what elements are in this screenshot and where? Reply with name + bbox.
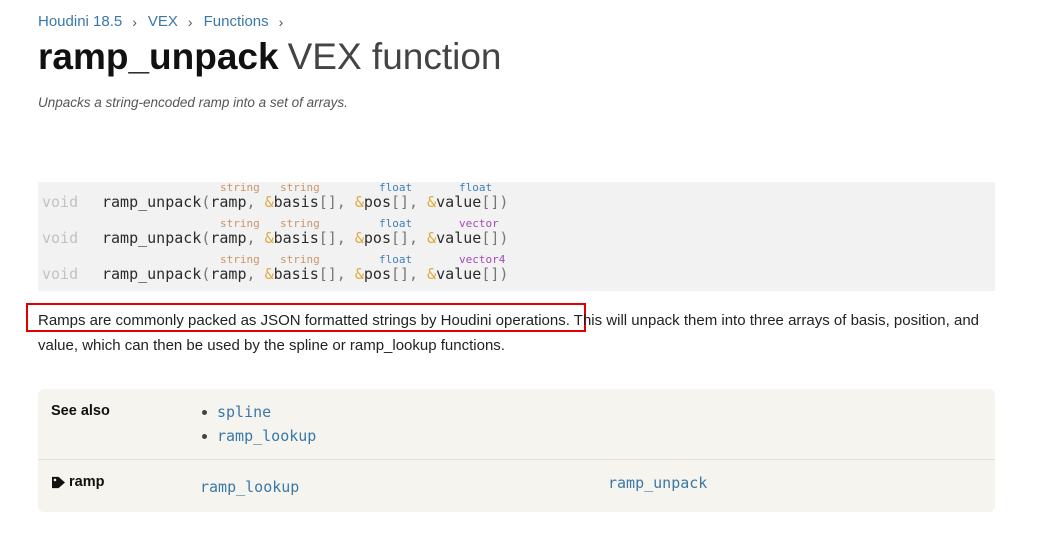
breadcrumb: Houdini 18.5 › VEX › Functions › bbox=[38, 13, 294, 30]
list-item: spline bbox=[200, 400, 316, 424]
param-name: basis bbox=[273, 229, 319, 247]
usage-signature: ramp_unpack(ramp, &basis[], &pos[], &val… bbox=[102, 265, 509, 283]
chevron-right-icon: › bbox=[187, 13, 193, 30]
param-name: value bbox=[436, 229, 482, 247]
function-call: ramp_unpack bbox=[102, 193, 202, 211]
usage-signature: ramp_unpack(ramp, &basis[], &pos[], &val… bbox=[102, 229, 509, 247]
bullet-icon bbox=[202, 409, 207, 415]
param-name: basis bbox=[273, 265, 319, 283]
usage-block: string string float float void ramp_unpa… bbox=[38, 181, 995, 291]
breadcrumb-functions[interactable]: Functions bbox=[204, 13, 269, 30]
divider bbox=[38, 459, 995, 460]
param-name: value bbox=[436, 193, 482, 211]
return-type: void bbox=[42, 193, 79, 211]
page-title: ramp_unpack VEX function bbox=[38, 34, 502, 80]
related-panel: See also spline ramp_lookup ramp ramp_lo… bbox=[38, 389, 995, 512]
param-name: ramp bbox=[210, 193, 247, 211]
param-name: basis bbox=[273, 193, 319, 211]
param-name: ramp bbox=[210, 229, 247, 247]
usage-signature: ramp_unpack(ramp, &basis[], &pos[], &val… bbox=[102, 193, 509, 211]
usage-row: string string float vector4 void ramp_un… bbox=[38, 253, 995, 290]
param-name: pos bbox=[363, 229, 391, 247]
page-summary: Unpacks a string-encoded ramp into a set… bbox=[38, 95, 348, 110]
param-name: pos bbox=[363, 265, 391, 283]
return-type: void bbox=[42, 229, 79, 247]
tag-label-text: ramp bbox=[69, 474, 105, 490]
tag-link-ramp-unpack[interactable]: ramp_unpack bbox=[608, 474, 707, 492]
param-name: pos bbox=[363, 193, 391, 211]
see-also-label: See also bbox=[51, 403, 110, 419]
tag-icon bbox=[52, 476, 65, 488]
chevron-right-icon: › bbox=[132, 13, 137, 30]
bullet-icon bbox=[202, 433, 207, 439]
function-name: ramp_unpack bbox=[38, 36, 279, 77]
see-also-list: spline ramp_lookup bbox=[200, 400, 316, 448]
param-name: value bbox=[436, 265, 482, 283]
param-name: ramp bbox=[210, 265, 247, 283]
chevron-right-icon: › bbox=[278, 13, 284, 30]
usage-row: string string float vector void ramp_unp… bbox=[38, 217, 995, 254]
breadcrumb-houdini[interactable]: Houdini 18.5 bbox=[38, 13, 122, 30]
function-call: ramp_unpack bbox=[102, 265, 202, 283]
see-also-link-ramp-lookup[interactable]: ramp_lookup bbox=[217, 427, 316, 445]
breadcrumb-vex[interactable]: VEX bbox=[148, 13, 178, 30]
function-kind: VEX function bbox=[287, 36, 502, 77]
description-paragraph: Ramps are commonly packed as JSON format… bbox=[38, 309, 998, 358]
usage-row: string string float float void ramp_unpa… bbox=[38, 181, 995, 218]
see-also-link-spline[interactable]: spline bbox=[217, 403, 271, 421]
tag-link-ramp-lookup[interactable]: ramp_lookup bbox=[200, 478, 299, 496]
tag-label: ramp bbox=[51, 474, 104, 490]
description-highlighted: Ramps are commonly packed as JSON format… bbox=[38, 312, 570, 329]
return-type: void bbox=[42, 265, 79, 283]
function-call: ramp_unpack bbox=[102, 229, 202, 247]
list-item: ramp_lookup bbox=[200, 424, 316, 448]
